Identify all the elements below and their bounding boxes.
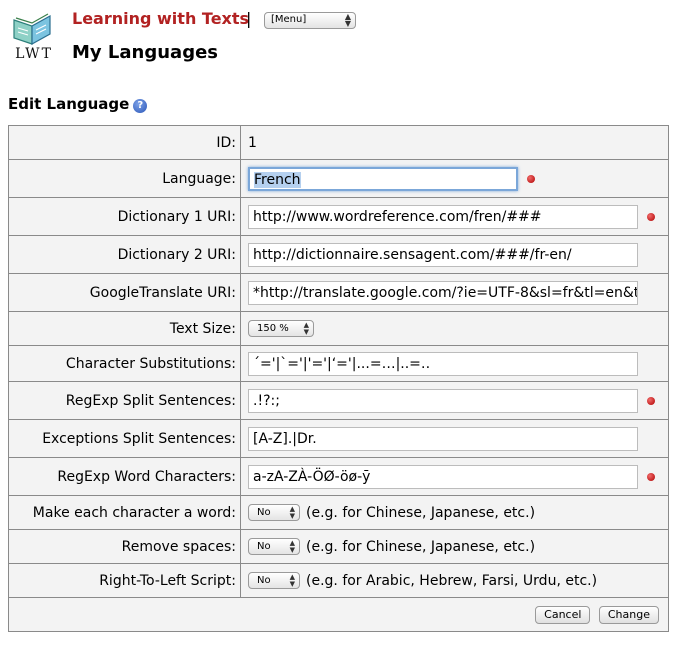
row-text-size: Text Size: 150 % ▲ ▼ [8,311,669,346]
required-marker-icon [647,472,655,481]
select-arrows-icon: ▲ ▼ [289,539,295,554]
language-input[interactable]: French [248,166,518,191]
row-language: Language: French [8,159,669,198]
text-size-label: Text Size: [8,311,241,346]
remove-spaces-value: No [257,541,271,552]
make-character-word-label: Make each character a word: [8,495,241,530]
right-to-left-label: Right-To-Left Script: [8,563,241,598]
exceptions-split-sentences-label: Exceptions Split Sentences: [8,419,241,458]
edit-language-form: ID: 1 Language: French Dictionary 1 URI:… [8,125,669,632]
text-size-select[interactable]: 150 % ▲ ▼ [248,320,314,337]
change-button[interactable]: Change [598,605,659,624]
row-right-to-left: Right-To-Left Script: No ▲ ▼ (e.g. for Arab… [8,563,669,598]
cancel-button[interactable]: Cancel [535,605,591,624]
language-input-value: French [254,171,301,188]
select-arrows-icon: ▲ ▼ [303,321,309,336]
row-make-character-word: Make each character a word: No ▲ ▼ (e.g. fo… [8,495,669,530]
row-exceptions-split-sentences: Exceptions Split Sentences: [A-Z].|Dr. [8,419,669,458]
regexp-split-sentences-input[interactable]: .!?:; [248,388,638,413]
googletranslate-input[interactable]: *http://translate.google.com/?ie=UTF-8&s… [248,280,638,305]
header: LWT Learning with Texts | [Menu] ▲ ▼ My L… [0,0,675,90]
row-id: ID: 1 [8,125,669,160]
menu-select-value: [Menu] [271,14,307,25]
regexp-word-characters-input[interactable]: a-zA-ZÀ-ÖØ-öø-ȳ [248,464,638,489]
row-googletranslate: GoogleTranslate URI: *http://translate.g… [8,273,669,312]
row-regexp-split-sentences: RegExp Split Sentences: .!?:; [8,381,669,420]
regexp-split-sentences-label: RegExp Split Sentences: [8,381,241,420]
dictionary-1-input[interactable]: http://www.wordreference.com/fren/### [248,204,638,229]
text-size-value: 150 % [257,323,289,334]
section-title: Edit Language? [8,95,148,113]
required-marker-icon [527,174,535,183]
dictionary-2-input[interactable]: http://dictionnaire.sensagent.com/###/fr… [248,242,638,267]
page-title: My Languages [72,42,218,63]
dictionary-1-label: Dictionary 1 URI: [8,197,241,236]
make-character-word-select[interactable]: No ▲ ▼ [248,504,300,521]
row-dictionary-1: Dictionary 1 URI: http://www.wordreferen… [8,197,669,236]
row-actions: Cancel Change [8,597,669,632]
remove-spaces-label: Remove spaces: [8,529,241,564]
make-character-word-note: (e.g. for Chinese, Japanese, etc.) [306,504,536,521]
section-title-text: Edit Language [8,95,130,113]
required-marker-icon [647,212,655,221]
select-arrows-icon: ▲ ▼ [289,573,295,588]
lwt-logo[interactable]: LWT [8,6,60,64]
select-arrows-icon: ▲ ▼ [289,505,295,520]
required-marker-icon [647,396,655,405]
title-separator: | [246,9,252,28]
row-character-substitutions: Character Substitutions: ´='|`='|'='|‘='… [8,345,669,382]
id-label: ID: [8,125,241,160]
exceptions-split-sentences-input[interactable]: [A-Z].|Dr. [248,426,638,451]
regexp-word-characters-label: RegExp Word Characters: [8,457,241,496]
id-value: 1 [240,125,669,160]
character-substitutions-label: Character Substitutions: [8,345,241,382]
actions-cell: Cancel Change [8,597,669,632]
remove-spaces-note: (e.g. for Chinese, Japanese, etc.) [306,538,536,555]
character-substitutions-input[interactable]: ´='|`='|'='|‘='|...=…|..=‥ [248,351,638,376]
menu-select[interactable]: [Menu] ▲ ▼ [264,12,356,29]
right-to-left-select[interactable]: No ▲ ▼ [248,572,300,589]
logo-text: LWT [15,46,53,62]
row-regexp-word-characters: RegExp Word Characters: a-zA-ZÀ-ÖØ-öø-ȳ [8,457,669,496]
make-character-word-value: No [257,507,271,518]
select-arrows-icon: ▲ ▼ [344,12,351,28]
right-to-left-value: No [257,575,271,586]
remove-spaces-select[interactable]: No ▲ ▼ [248,538,300,555]
right-to-left-note: (e.g. for Arabic, Hebrew, Farsi, Urdu, e… [306,572,598,589]
language-label: Language: [8,159,241,198]
row-remove-spaces: Remove spaces: No ▲ ▼ (e.g. for Chinese, Ja… [8,529,669,564]
app-title-link[interactable]: Learning with Texts [72,9,249,28]
help-icon[interactable]: ? [133,99,148,113]
googletranslate-label: GoogleTranslate URI: [8,273,241,312]
row-dictionary-2: Dictionary 2 URI: http://dictionnaire.se… [8,235,669,274]
dictionary-2-label: Dictionary 2 URI: [8,235,241,274]
book-icon [13,13,51,46]
